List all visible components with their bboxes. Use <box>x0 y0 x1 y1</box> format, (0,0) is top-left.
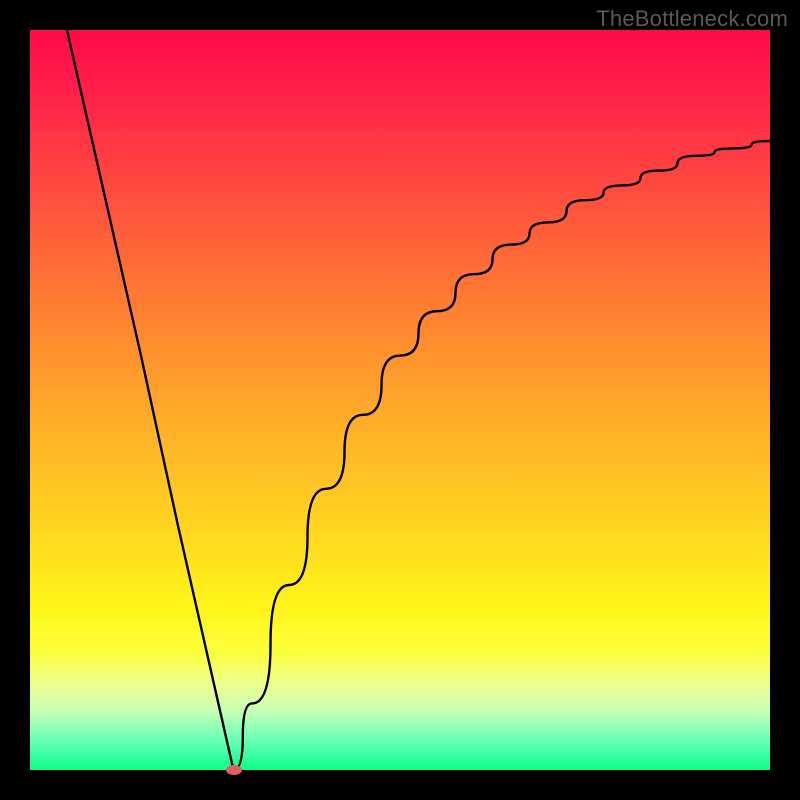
attribution-text: TheBottleneck.com <box>596 6 788 32</box>
minimum-marker <box>226 765 242 775</box>
bottleneck-curve <box>30 30 770 770</box>
curve-path <box>67 30 770 770</box>
